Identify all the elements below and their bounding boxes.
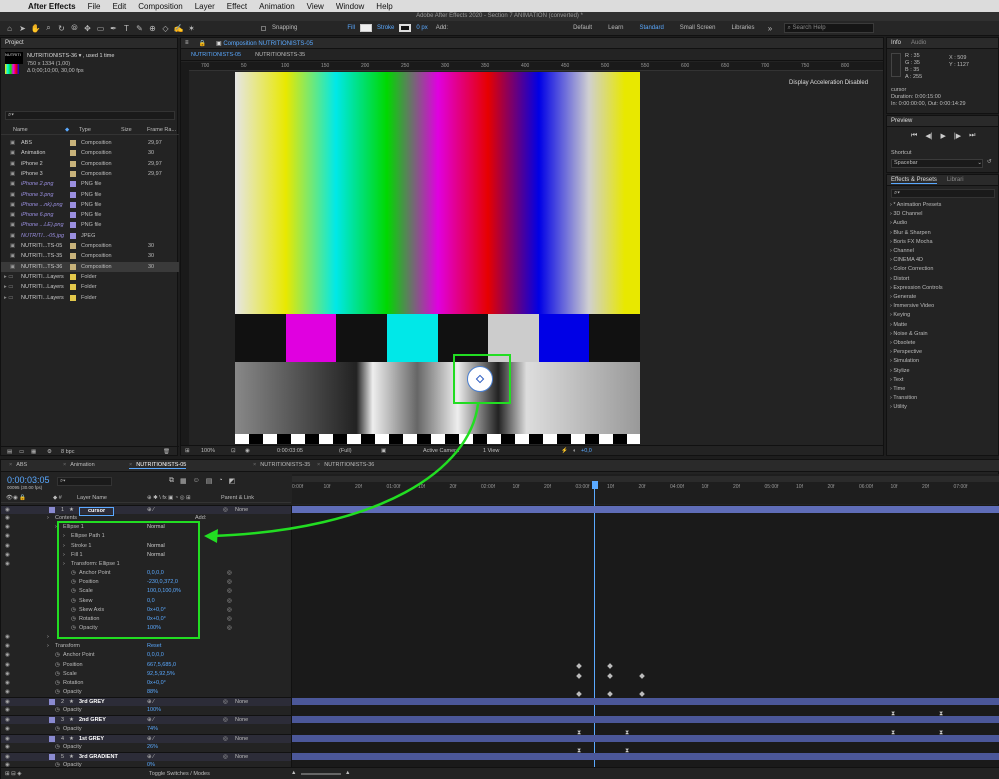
arrow-head (204, 529, 218, 543)
annotation-arrow (204, 403, 480, 543)
arrow-path (211, 403, 480, 538)
